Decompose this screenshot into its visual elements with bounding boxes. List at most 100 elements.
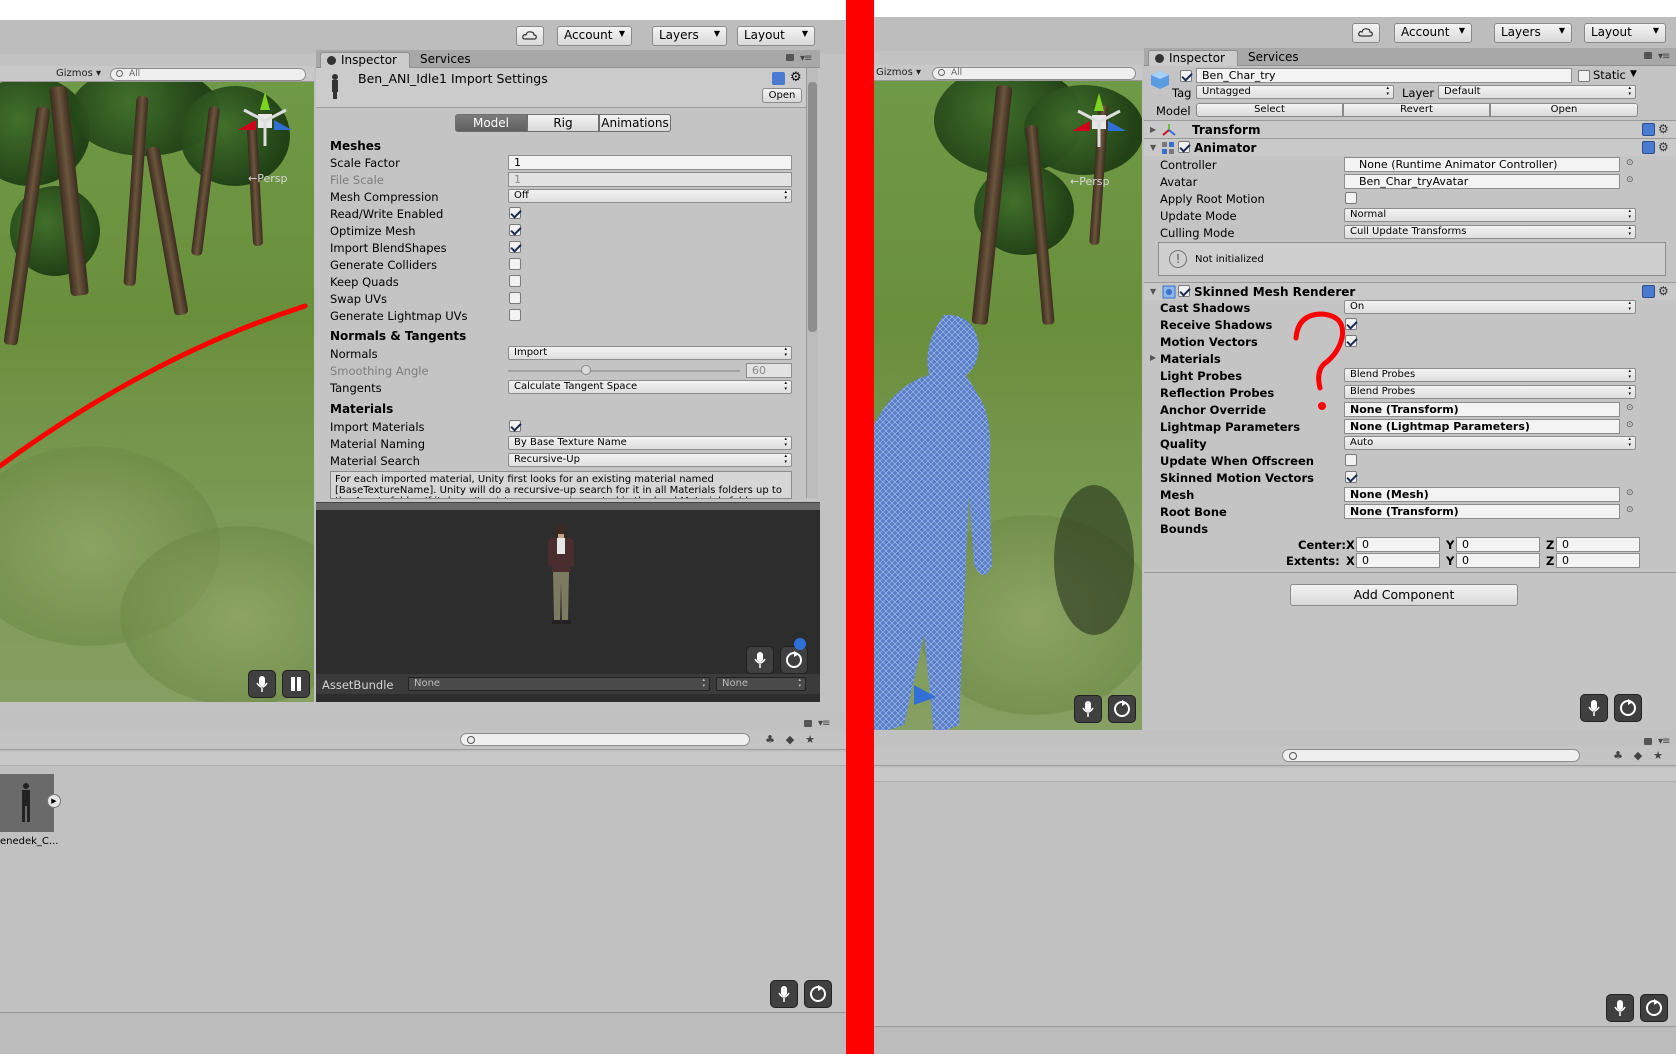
gear-icon[interactable]: ⚙: [1658, 122, 1669, 136]
lock-icon[interactable]: [1644, 52, 1652, 59]
tab-animations[interactable]: Animations: [599, 114, 671, 132]
lightmap-uvs-checkbox[interactable]: [509, 309, 521, 321]
quality-dropdown[interactable]: Auto: [1344, 436, 1636, 450]
inspector-scrollbar[interactable]: [806, 68, 818, 498]
normals-dropdown[interactable]: Import: [508, 346, 792, 360]
preview-refresh-button[interactable]: [780, 646, 808, 674]
tab-services[interactable]: Services: [1240, 50, 1309, 66]
scene-view[interactable]: Gizmos ▾ All ←Persp: [0, 66, 314, 702]
filter-type-icon[interactable]: ♣: [762, 732, 778, 748]
account-dropdown[interactable]: Account ▼: [1394, 23, 1472, 43]
scene-gizmo-axis-icon[interactable]: [1064, 89, 1134, 159]
object-picker-icon[interactable]: ⊙: [1626, 488, 1634, 498]
keep-quads-checkbox[interactable]: [509, 275, 521, 287]
import-blendshapes-checkbox[interactable]: [509, 241, 521, 253]
preview-microphone-button[interactable]: [746, 646, 774, 674]
center-x-field[interactable]: 0: [1356, 537, 1440, 552]
collapse-arrow-icon[interactable]: ▼: [1150, 287, 1156, 296]
layout-dropdown[interactable]: Layout ▼: [737, 26, 815, 46]
object-name-field[interactable]: Ben_Char_try: [1196, 68, 1572, 83]
scene-view[interactable]: Gizmos ▾ All ←Persp: [874, 65, 1142, 730]
tangents-dropdown[interactable]: Calculate Tangent Space: [508, 380, 792, 394]
tab-rig[interactable]: Rig: [527, 114, 599, 132]
panel-menu-icon[interactable]: ▾≡: [800, 53, 812, 64]
avatar-field[interactable]: Ben_Char_tryAvatar: [1344, 174, 1620, 189]
skinned-motion-vectors-checkbox[interactable]: [1345, 471, 1357, 483]
add-component-button[interactable]: Add Component: [1290, 584, 1518, 606]
model-preview[interactable]: AssetBundle None None: [316, 510, 820, 702]
transform-component-header[interactable]: ▶ Transform ⚙: [1144, 120, 1676, 138]
panel-menu-icon[interactable]: ▾≡: [1658, 51, 1670, 62]
extents-y-field[interactable]: 0: [1456, 553, 1540, 568]
lock-icon[interactable]: [786, 54, 794, 61]
lock-icon[interactable]: [804, 720, 812, 727]
model-select-button[interactable]: Select: [1196, 103, 1343, 117]
expand-arrow-icon[interactable]: ▶: [1150, 125, 1156, 134]
animator-component-header[interactable]: ▼ Animator ⚙: [1144, 138, 1676, 156]
project-search-input[interactable]: [460, 733, 750, 746]
microphone-button[interactable]: [248, 670, 276, 698]
help-book-icon[interactable]: [772, 72, 785, 85]
bottom-refresh-button[interactable]: [804, 980, 832, 1008]
tag-dropdown[interactable]: Untagged: [1196, 85, 1394, 99]
object-picker-icon[interactable]: ⊙: [1626, 420, 1634, 430]
gizmos-dropdown[interactable]: Gizmos ▾: [876, 67, 921, 78]
gear-icon[interactable]: ⚙: [1658, 140, 1669, 154]
cloud-button[interactable]: [1352, 23, 1380, 43]
scene-search-input[interactable]: All: [932, 67, 1136, 80]
gear-icon[interactable]: ⚙: [1658, 284, 1669, 298]
panel-menu-icon[interactable]: ▾≡: [818, 718, 830, 729]
lock-icon[interactable]: [1644, 738, 1652, 745]
lightmap-parameters-field[interactable]: None (Lightmap Parameters): [1344, 419, 1620, 434]
bottom-microphone-button[interactable]: [770, 980, 798, 1008]
project-search-input[interactable]: [1282, 749, 1580, 762]
microphone-button[interactable]: [1074, 695, 1102, 723]
gear-icon[interactable]: ⚙: [790, 70, 802, 85]
layers-dropdown[interactable]: Layers ▼: [652, 26, 727, 46]
extents-z-field[interactable]: 0: [1556, 553, 1640, 568]
material-naming-dropdown[interactable]: By Base Texture Name: [508, 436, 792, 450]
light-probes-dropdown[interactable]: Blend Probes: [1344, 368, 1636, 382]
apply-root-motion-checkbox[interactable]: [1345, 192, 1357, 204]
filter-label-icon[interactable]: ◆: [1630, 748, 1646, 764]
asset-bundle-name-dropdown[interactable]: None: [408, 677, 710, 691]
center-y-field[interactable]: 0: [1456, 537, 1540, 552]
filter-type-icon[interactable]: ♣: [1610, 748, 1626, 764]
bottom-refresh-button[interactable]: [1640, 994, 1668, 1022]
extents-x-field[interactable]: 0: [1356, 553, 1440, 568]
pause-button[interactable]: [282, 670, 310, 698]
object-picker-icon[interactable]: ⊙: [1626, 175, 1634, 185]
layer-dropdown[interactable]: Default: [1438, 85, 1636, 99]
inspector-refresh-button[interactable]: [1614, 694, 1642, 722]
scale-factor-field[interactable]: 1: [508, 155, 792, 170]
help-book-icon[interactable]: [1642, 123, 1655, 136]
favorite-star-icon[interactable]: ★: [802, 732, 818, 748]
center-z-field[interactable]: 0: [1556, 537, 1640, 552]
update-when-offscreen-checkbox[interactable]: [1345, 454, 1357, 466]
asset-bundle-variant-dropdown[interactable]: None: [716, 677, 806, 691]
collapse-arrow-icon[interactable]: ▼: [1150, 143, 1156, 152]
root-bone-field[interactable]: None (Transform): [1344, 504, 1620, 519]
object-picker-icon[interactable]: ⊙: [1626, 403, 1634, 413]
mesh-field[interactable]: None (Mesh): [1344, 487, 1620, 502]
refresh-button[interactable]: [1108, 695, 1136, 723]
generate-colliders-checkbox[interactable]: [509, 258, 521, 270]
import-materials-checkbox[interactable]: [509, 420, 521, 432]
scrollbar-thumb[interactable]: [808, 82, 817, 332]
open-button[interactable]: Open: [762, 88, 802, 103]
material-search-dropdown[interactable]: Recursive-Up: [508, 453, 792, 467]
object-picker-icon[interactable]: ⊙: [1626, 505, 1634, 515]
read-write-checkbox[interactable]: [509, 207, 521, 219]
layout-dropdown[interactable]: Layout ▼: [1584, 23, 1666, 43]
optimize-mesh-checkbox[interactable]: [509, 224, 521, 236]
animator-enabled-checkbox[interactable]: [1178, 141, 1190, 153]
update-mode-dropdown[interactable]: Normal: [1344, 208, 1636, 222]
skinned-mesh-renderer-header[interactable]: ▼ Skinned Mesh Renderer ⚙: [1144, 282, 1676, 300]
tab-services[interactable]: Services: [412, 52, 481, 68]
asset-thumbnail[interactable]: [0, 774, 54, 832]
controller-field[interactable]: None (Runtime Animator Controller): [1344, 157, 1620, 172]
scene-gizmo-axis-icon[interactable]: [230, 88, 300, 158]
gizmos-dropdown[interactable]: Gizmos ▾: [56, 68, 101, 79]
layers-dropdown[interactable]: Layers ▼: [1494, 23, 1572, 43]
model-open-button[interactable]: Open: [1490, 103, 1638, 117]
